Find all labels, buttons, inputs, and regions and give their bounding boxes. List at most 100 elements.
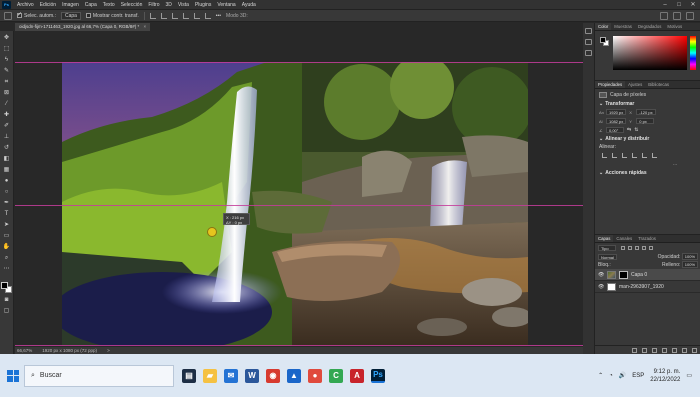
angle-field[interactable]: 0,00° (606, 127, 624, 133)
auto-select-checkbox[interactable] (17, 11, 22, 18)
file-explorer-icon[interactable]: ▰ (203, 368, 217, 383)
menu-ayuda[interactable]: Ayuda (239, 2, 259, 8)
y-field[interactable]: 0 px (636, 118, 655, 124)
align-section[interactable]: ⌄ Alinear y distribuir (599, 136, 697, 142)
tab-properties[interactable]: Propiedades (595, 81, 626, 88)
chrome-icon[interactable]: ◉ (266, 368, 280, 383)
align-h-centers-icon[interactable] (612, 153, 617, 158)
align-bottom-edges-icon[interactable] (652, 153, 657, 158)
quick-select-tool-icon[interactable]: ✎ (3, 67, 11, 75)
filter-smart-object-icon[interactable] (649, 246, 653, 250)
tab-layers[interactable]: Capas (595, 235, 614, 242)
panel-fg-bg-swatches[interactable] (600, 37, 610, 47)
filter-adjustment-icon[interactable] (628, 246, 632, 250)
paragraph-panel-icon[interactable] (585, 50, 592, 56)
filter-type-icon[interactable] (635, 246, 639, 250)
menu-capa[interactable]: Capa (82, 2, 100, 8)
close-tab-icon[interactable]: × (144, 24, 147, 29)
filter-pixel-icon[interactable] (621, 246, 625, 250)
new-layer-icon[interactable] (682, 347, 687, 353)
eyedropper-tool-icon[interactable]: ⁄ (3, 100, 11, 108)
adjustment-layer-icon[interactable] (662, 347, 667, 353)
color-swatches[interactable] (1, 282, 12, 293)
move-tool-icon[interactable]: ✥ (3, 34, 11, 42)
healing-brush-icon[interactable]: ✚ (3, 111, 11, 119)
close-window-button[interactable]: ✕ (686, 0, 700, 9)
clock[interactable]: 9:12 p. m. 22/12/2022 (650, 368, 680, 384)
show-transform-checkbox[interactable] (85, 13, 91, 18)
layer-style-icon[interactable] (642, 347, 647, 353)
maximize-button[interactable]: □ (672, 0, 686, 9)
screen-mode-icon[interactable]: ▢ (3, 307, 11, 315)
marquee-tool-icon[interactable]: ⬚ (3, 45, 11, 53)
align-left-icon[interactable] (149, 12, 156, 19)
type-tool-icon[interactable]: T (3, 210, 11, 218)
fill-field[interactable]: 100% (681, 261, 698, 268)
layer-row[interactable]: 👁 man-2963907_1920 (595, 281, 700, 293)
guide-line-bottom[interactable] (15, 345, 593, 346)
menu-seleccion[interactable]: Selección (118, 2, 146, 8)
status-more-button[interactable]: > (107, 347, 110, 354)
mail-icon[interactable]: ✉ (224, 368, 238, 383)
pen-tool-icon[interactable]: ✒ (3, 199, 11, 207)
tab-swatches[interactable]: Muestras (611, 23, 635, 30)
move-tool-preset-icon[interactable] (4, 11, 12, 20)
transform-section[interactable]: ⌄ Transformar (599, 101, 697, 107)
taskbar-search[interactable]: ⌕ Buscar (24, 364, 174, 387)
color-picker-field[interactable] (613, 36, 687, 70)
share-icon[interactable] (686, 11, 694, 20)
show-transform-option[interactable]: Mostrar contr. transf. (85, 13, 139, 19)
align-right-edges-icon[interactable] (622, 153, 627, 158)
brush-tool-icon[interactable]: ✐ (3, 122, 11, 130)
eraser-tool-icon[interactable]: ◧ (3, 155, 11, 163)
new-group-icon[interactable] (672, 347, 677, 353)
crop-tool-icon[interactable]: ⌗ (3, 78, 11, 86)
blur-tool-icon[interactable]: ● (3, 177, 11, 185)
guide-line-middle[interactable] (15, 205, 593, 206)
menu-filtro[interactable]: Filtro (145, 2, 162, 8)
flip-vertical-icon[interactable]: ⇅ (634, 127, 638, 133)
menu-imagen[interactable]: Imagen (59, 2, 82, 8)
menu-texto[interactable]: Texto (100, 2, 118, 8)
task-view-icon[interactable]: ▤ (182, 368, 196, 383)
quick-mask-icon[interactable]: ◙ (3, 296, 11, 304)
foreground-color-swatch[interactable] (1, 282, 8, 289)
dodge-tool-icon[interactable]: ○ (3, 188, 11, 196)
tab-gradients[interactable]: Degradados (635, 23, 664, 30)
hand-tool-icon[interactable]: ✋ (3, 243, 11, 251)
more-options-button[interactable]: ••• (216, 13, 221, 19)
add-mask-icon[interactable] (652, 347, 657, 353)
align-left-edges-icon[interactable] (602, 153, 607, 158)
foreground-swatch[interactable] (600, 37, 606, 43)
camtasia-icon[interactable]: C (329, 368, 343, 383)
language-indicator[interactable]: ESP (632, 373, 644, 379)
more-align-options[interactable]: ... (673, 161, 697, 167)
tab-adjustments[interactable]: Ajustes (625, 81, 645, 88)
layer-filter-select[interactable]: Tipo (598, 245, 616, 251)
photos-icon[interactable]: ▲ (287, 368, 301, 383)
snagit-icon[interactable]: ● (308, 368, 322, 383)
acrobat-icon[interactable]: A (350, 368, 364, 383)
auto-select-option[interactable]: Selec. autom.: (17, 11, 56, 19)
path-select-tool-icon[interactable]: ➤ (3, 221, 11, 229)
character-panel-icon[interactable] (585, 39, 592, 45)
align-middle-icon[interactable] (193, 12, 200, 19)
tab-color[interactable]: Color (595, 23, 612, 30)
x-field[interactable]: -120 px (636, 109, 656, 115)
frame-tool-icon[interactable]: ⊠ (3, 89, 11, 97)
lasso-tool-icon[interactable]: ϟ (3, 56, 11, 64)
trash-icon[interactable] (692, 347, 697, 353)
align-top-edges-icon[interactable] (632, 153, 637, 158)
width-field[interactable]: 1920 px (606, 109, 627, 115)
menu-plugins[interactable]: Plugins (192, 2, 214, 8)
menu-3d[interactable]: 3D (163, 2, 175, 8)
photoshop-icon[interactable]: Ps (371, 368, 385, 383)
guide-line-top[interactable] (15, 62, 593, 63)
align-right-icon[interactable] (171, 12, 178, 19)
opacity-field[interactable]: 100% (681, 253, 698, 260)
hue-slider[interactable] (690, 36, 696, 70)
tab-patterns[interactable]: Motivos (664, 23, 685, 30)
tab-paths[interactable]: Trazados (635, 235, 659, 242)
document-window[interactable] (15, 31, 593, 347)
menu-ventana[interactable]: Ventana (214, 2, 238, 8)
